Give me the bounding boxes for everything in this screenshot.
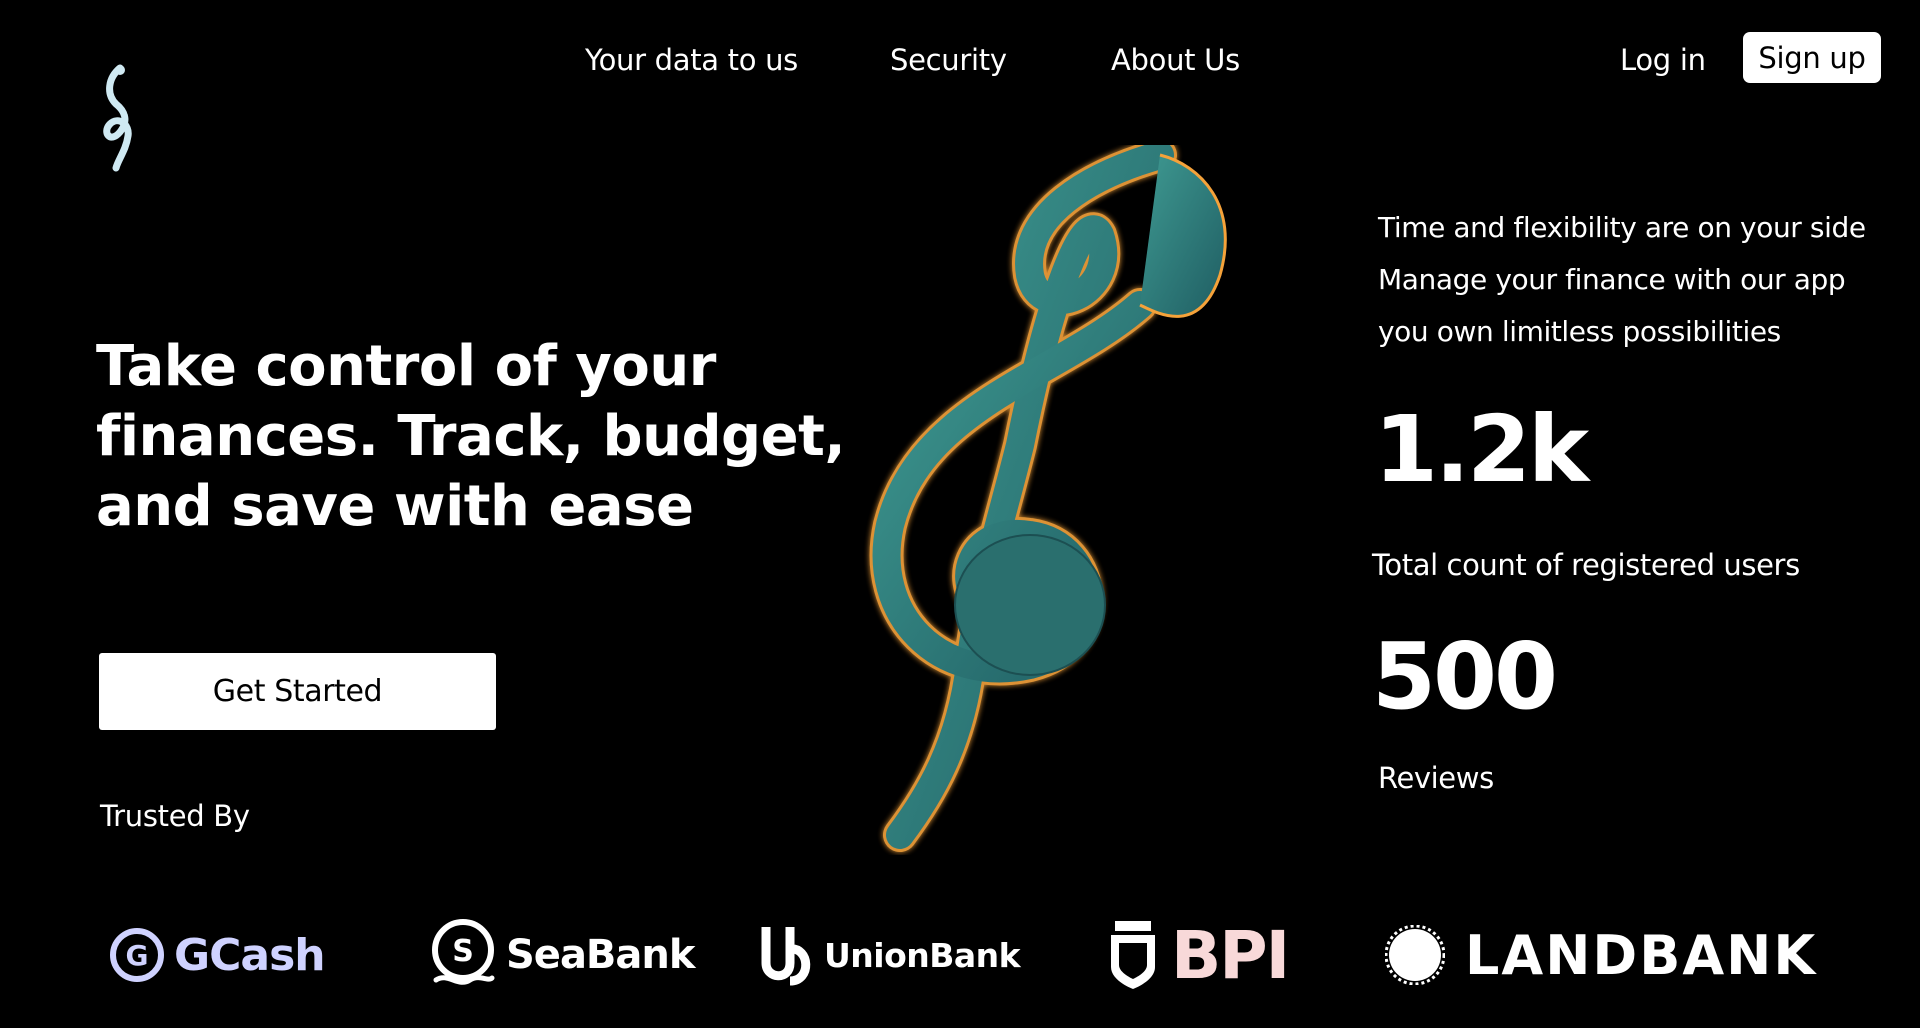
nav-about-us[interactable]: About Us	[1111, 38, 1240, 82]
reviews-count: 500	[1372, 623, 1558, 730]
seabank-logo-icon: S	[432, 919, 495, 985]
login-link[interactable]: Log in	[1620, 38, 1706, 82]
partner-unionbank-name: UnionBank	[824, 935, 1021, 975]
partner-landbank: LANDBANK	[1385, 910, 1817, 1000]
landing-page: Your data to us Security About Us Log in…	[0, 0, 1920, 1028]
partner-seabank: S SeaBank	[428, 910, 695, 1000]
partner-gcash-name: GCash	[174, 929, 326, 981]
nav-security[interactable]: Security	[890, 38, 1007, 82]
partner-seabank-name: SeaBank	[506, 932, 695, 978]
unionbank-logo-icon	[761, 927, 811, 986]
bpi-crest-icon	[1111, 921, 1155, 989]
svg-text:G: G	[126, 939, 149, 972]
gcash-logo-icon: G	[110, 928, 164, 982]
partner-gcash: G GCash	[108, 910, 326, 1000]
partner-bpi-name: BPI	[1171, 916, 1290, 994]
partner-bpi: BPI	[1105, 910, 1290, 1000]
landbank-seal-icon	[1385, 925, 1445, 985]
tagline-line-2: Manage your finance with our app	[1378, 263, 1846, 296]
nav-your-data[interactable]: Your data to us	[585, 38, 798, 82]
partner-unionbank: UnionBank	[760, 910, 1021, 1000]
reviews-label: Reviews	[1378, 761, 1494, 795]
top-nav: Your data to us Security About Us Log in	[0, 38, 1920, 82]
users-count-label: Total count of registered users	[1372, 548, 1800, 582]
svg-text:S: S	[452, 934, 474, 969]
treble-clef-3d-icon	[869, 145, 1227, 852]
users-count: 1.2k	[1374, 396, 1589, 503]
tagline-line-1: Time and flexibility are on your side	[1378, 211, 1866, 244]
hero-title: Take control of your finances. Track, bu…	[96, 334, 846, 539]
tagline-line-3: you own limitless possibilities	[1378, 315, 1781, 348]
tagline: Time and flexibility are on your side Ma…	[1378, 202, 1898, 358]
get-started-button[interactable]: Get Started	[99, 653, 496, 730]
partner-logos: G GCash S SeaBank UnionBank BPI LANDBANK	[0, 910, 1920, 1000]
trusted-by-label: Trusted By	[100, 799, 250, 833]
partner-landbank-name: LANDBANK	[1465, 923, 1818, 987]
signup-button[interactable]: Sign up	[1743, 32, 1881, 83]
